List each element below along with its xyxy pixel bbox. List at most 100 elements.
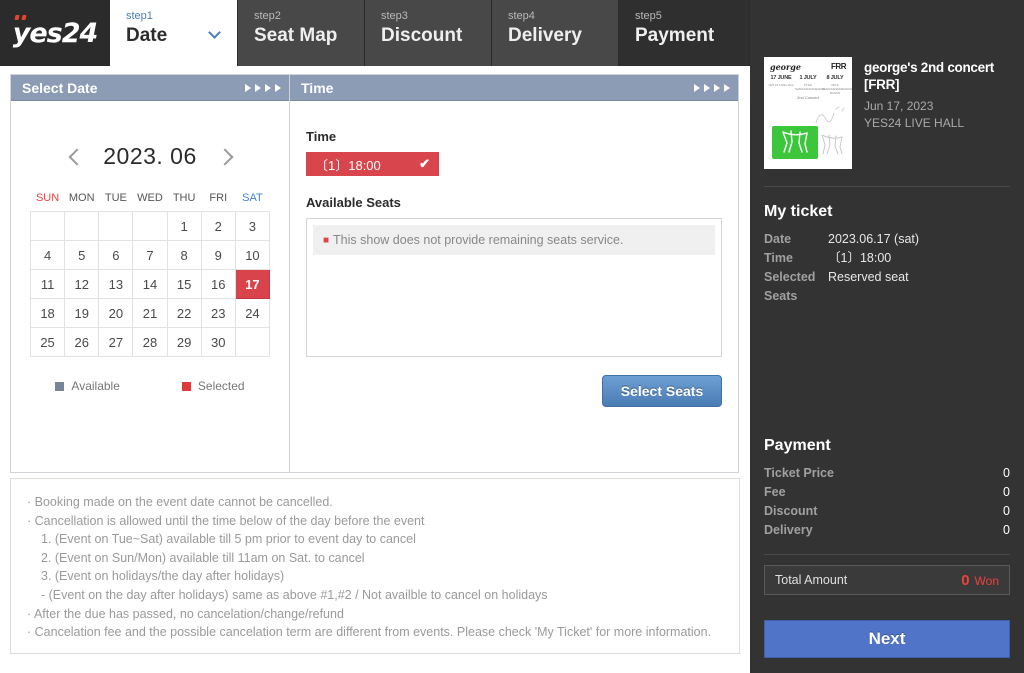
payment-title: Payment [764, 437, 831, 454]
legend-selected-label: Selected [197, 379, 245, 393]
notice-line-3: 1. (Event on Tue~Sat) available till 5 p… [41, 532, 416, 547]
next-month-icon[interactable] [219, 150, 232, 163]
payment-row-fee: Fee 0 [764, 483, 1010, 502]
calendar-day-10[interactable]: 10 [234, 240, 271, 270]
time-panel: Time Time 〔1〕18:00 ✔ Available Seats ■ Th… [290, 74, 739, 473]
step-tab-seat-map-label: Seat Map [254, 25, 338, 46]
calendar-table: SUN MON TUE WED THU FRI SAT 1 2 3 4 5 6 7 8 9 10 1… [29, 192, 271, 357]
calendar-day-empty [234, 327, 271, 357]
step-tab-delivery[interactable]: step4 Delivery [492, 0, 619, 66]
calendar-day-16[interactable]: 16 [200, 269, 236, 299]
poster-date-1: 17 JUNE [770, 75, 792, 81]
step-tab-seat-map[interactable]: step2 Seat Map [238, 0, 365, 66]
calendar-day-22[interactable]: 22 [166, 298, 202, 328]
calendar-day-17[interactable]: 17 [234, 269, 271, 299]
step-tab-payment[interactable]: step5 Payment [619, 0, 750, 66]
calendar-day-18[interactable]: 18 [29, 298, 66, 328]
legend-available: Available [55, 379, 120, 393]
step-tab-date[interactable]: step1 Date [110, 0, 238, 66]
my-ticket-row-date: Date 2023.06.17 (sat) [764, 230, 1010, 249]
calendar-day-27[interactable]: 27 [98, 327, 134, 357]
calendar-day-24[interactable]: 24 [234, 298, 271, 328]
yes24-logo[interactable]: yes24 [0, 0, 110, 66]
select-seats-row: Select Seats [306, 375, 722, 407]
poster-line-art-secondary-icon [821, 134, 843, 155]
weekday-fri: FRI [209, 192, 228, 204]
available-seats-message-row: ■ This show does not provide remaining se… [313, 225, 715, 255]
calendar-day-5[interactable]: 5 [64, 240, 100, 270]
notice-line-5: 3. (Event on holidays/the day after holi… [41, 569, 285, 584]
calendar-day-21[interactable]: 21 [132, 298, 168, 328]
calendar-day-25[interactable]: 25 [29, 327, 66, 357]
panels-row: Select Date 2023. 06 SUN MON TUE WED THU… [10, 74, 740, 473]
calendar-day-3[interactable]: 3 [234, 211, 271, 241]
calendar-day-19[interactable]: 19 [64, 298, 100, 328]
event-venue: YES24 LIVE HALL [864, 116, 965, 130]
payment-delivery-value: 0 [1003, 523, 1010, 537]
legend-selected: Selected [181, 379, 245, 393]
total-amount-currency: Won [974, 573, 999, 588]
poster-line-art-icon [782, 130, 808, 153]
select-date-title: Select Date [22, 79, 98, 96]
time-option-button[interactable]: 〔1〕18:00 ✔ [306, 152, 439, 176]
logo-text: yes24 [13, 14, 98, 47]
my-ticket-date-value: 2023.06.17 (sat) [828, 232, 920, 246]
calendar-day-empty [98, 211, 134, 241]
calendar-day-8[interactable]: 8 [166, 240, 202, 270]
payment-row-delivery: Delivery 0 [764, 521, 1010, 540]
calendar-day-15[interactable]: 15 [166, 269, 202, 299]
legend-available-swatch [55, 381, 65, 391]
calendar-day-23[interactable]: 23 [200, 298, 236, 328]
payment-divider [764, 554, 1010, 555]
step-tab-date-number: step1 [126, 10, 153, 22]
calendar-day-29[interactable]: 29 [166, 327, 202, 357]
calendar-day-12[interactable]: 12 [64, 269, 100, 299]
main-content: Select Date 2023. 06 SUN MON TUE WED THU… [10, 74, 740, 473]
event-date: Jun 17, 2023 [864, 99, 934, 113]
my-ticket-time-value: 〔1〕18:00 [828, 251, 892, 265]
poster-venue-2: KT&G SANGSANGMADANG [795, 83, 826, 91]
calendar-week-row: 4 5 6 7 8 9 10 [29, 240, 271, 270]
calendar-day-9[interactable]: 9 [200, 240, 236, 270]
select-seats-button[interactable]: Select Seats [602, 375, 722, 407]
calendar-day-11[interactable]: 11 [29, 269, 66, 299]
step-navigation: yes24 step1 Date step2 Seat Map step3 Di… [0, 0, 750, 66]
chevron-down-icon [210, 28, 221, 35]
time-panel-body: Time 〔1〕18:00 ✔ Available Seats ■ This sh… [290, 101, 738, 472]
cancellation-notice: Booking made on the event date cannot be… [10, 478, 740, 654]
calendar-day-empty [132, 211, 168, 241]
poster-label: FRR [831, 62, 846, 71]
weekday-tue: TUE [104, 192, 127, 204]
calendar-day-26[interactable]: 26 [64, 327, 100, 357]
poster-date-2: 1 JULY [799, 75, 817, 81]
event-title: george's 2nd concert [FRR] [864, 60, 994, 92]
step-tab-payment-label: Payment [635, 25, 715, 46]
step-tab-payment-number: step5 [635, 10, 662, 22]
available-seats-box: ■ This show does not provide remaining se… [306, 218, 722, 357]
legend-selected-swatch [181, 381, 191, 391]
total-amount-label: Total Amount [775, 573, 848, 587]
calendar-day-2[interactable]: 2 [200, 211, 236, 241]
calendar-day-20[interactable]: 20 [98, 298, 134, 328]
calendar-day-4[interactable]: 4 [29, 240, 66, 270]
prev-month-icon[interactable] [68, 150, 81, 163]
calendar-legend: Available Selected [30, 379, 270, 393]
poster-brand: george [770, 62, 801, 72]
calendar-weekday-row: SUN MON TUE WED THU FRI SAT [31, 192, 270, 212]
calendar-day-14[interactable]: 14 [132, 269, 168, 299]
poster-date-column: 8 JULY MUJI SANGSANGMADANG BUSAN [822, 75, 852, 95]
step-tab-discount[interactable]: step3 Discount [365, 0, 492, 66]
calendar-day-1[interactable]: 1 [166, 211, 202, 241]
calendar-day-28[interactable]: 28 [132, 327, 168, 357]
my-ticket-row-time: Time 〔1〕18:00 [764, 249, 1010, 268]
next-button[interactable]: Next [764, 620, 1010, 658]
weekday-sun: SUN [35, 192, 60, 204]
calendar-day-13[interactable]: 13 [98, 269, 134, 299]
time-option-label: 〔1〕18:00 [315, 157, 381, 173]
calendar-day-7[interactable]: 7 [132, 240, 168, 270]
poster-date-3: 8 JULY [826, 75, 844, 81]
calendar-week-row: 123 [29, 211, 271, 241]
calendar-day-30[interactable]: 30 [200, 327, 236, 357]
calendar-day-6[interactable]: 6 [98, 240, 134, 270]
calendar-day-empty [64, 211, 100, 241]
